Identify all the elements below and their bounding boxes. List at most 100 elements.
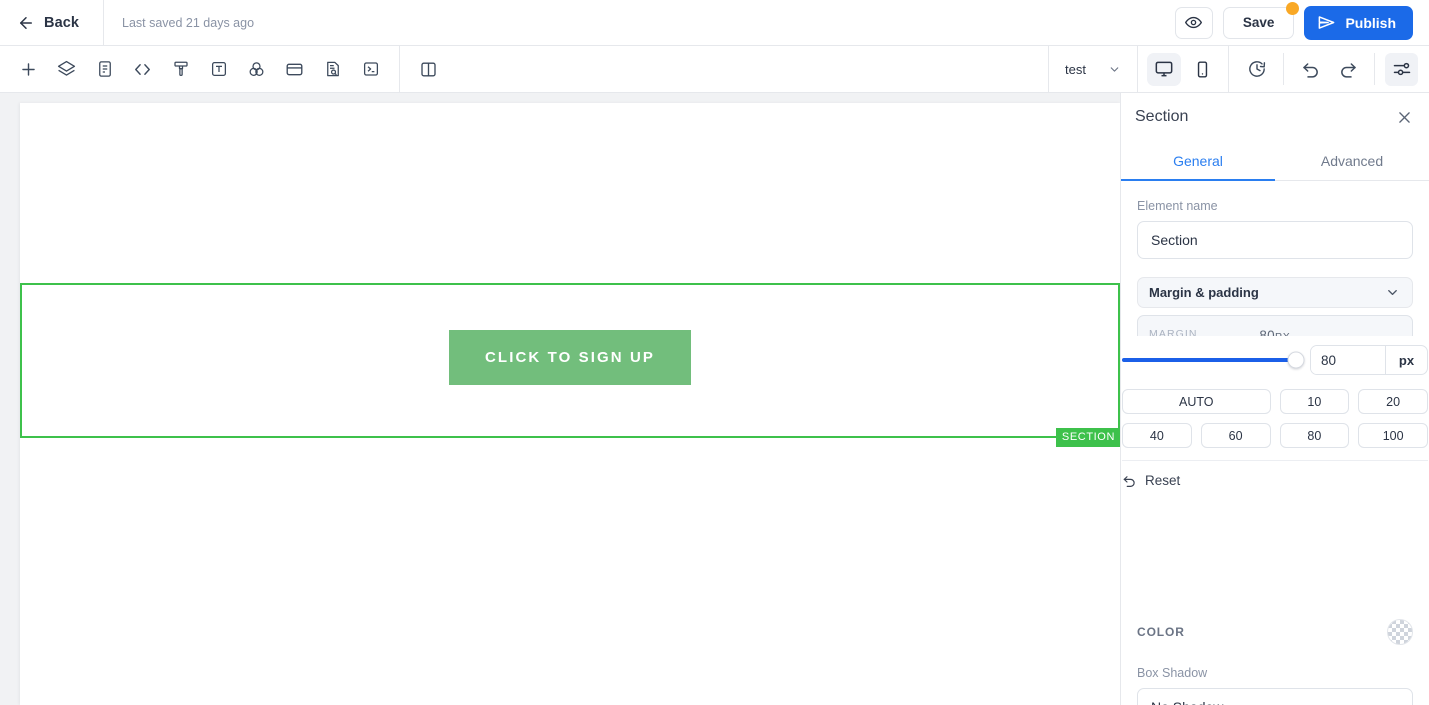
mobile-icon <box>1193 60 1212 79</box>
sliders-icon <box>1392 59 1412 79</box>
selected-section[interactable]: CLICK TO SIGN UP SECTION <box>20 283 1120 447</box>
reset-button[interactable]: Reset <box>1122 460 1428 488</box>
editor-toolbar: test <box>0 46 1429 93</box>
margin-slider-row: px <box>1122 337 1428 385</box>
toolbar-divider-6 <box>1374 53 1375 85</box>
margin-unit-selector[interactable]: px <box>1385 346 1427 374</box>
console-button[interactable] <box>354 53 387 86</box>
margin-number-unit-group: px <box>1310 345 1428 375</box>
margin-value-input[interactable] <box>1311 346 1385 374</box>
slider-fill <box>1122 358 1297 362</box>
canvas-area: CLICK TO SIGN UP SECTION <box>0 93 1120 705</box>
publish-label: Publish <box>1345 14 1396 31</box>
undo-icon <box>1122 473 1137 488</box>
settings-panel: Section General Advanced Element name Ma… <box>1120 93 1429 705</box>
preset-40[interactable]: 40 <box>1122 423 1192 448</box>
slider-handle[interactable] <box>1287 351 1305 369</box>
tab-advanced[interactable]: Advanced <box>1275 141 1429 180</box>
publish-button[interactable]: Publish <box>1304 5 1413 40</box>
preset-80[interactable]: 80 <box>1279 423 1350 448</box>
last-saved-text: Last saved 21 days ago <box>122 15 255 30</box>
settings-button[interactable] <box>1385 52 1418 86</box>
custom-code-button[interactable] <box>126 53 159 86</box>
color-row: COLOR <box>1137 619 1413 645</box>
page-canvas[interactable]: CLICK TO SIGN UP SECTION <box>20 103 1120 705</box>
color-label: COLOR <box>1137 625 1185 639</box>
preset-20[interactable]: 20 <box>1358 389 1428 414</box>
color-circles-icon <box>247 60 266 79</box>
margin-slider[interactable] <box>1122 351 1305 369</box>
device-toggle-group <box>1138 46 1228 92</box>
history-button[interactable] <box>1240 53 1273 86</box>
pages-button[interactable] <box>88 53 121 86</box>
close-panel-button[interactable] <box>1396 109 1413 126</box>
save-button[interactable]: Save <box>1222 1 1300 39</box>
panel-tail-fields: Box Shadow No Shadow Sticky No stickines… <box>1137 666 1413 705</box>
blocks-button[interactable] <box>278 53 311 86</box>
box-shadow-select[interactable]: No Shadow <box>1137 688 1413 705</box>
theme-button[interactable] <box>164 53 197 86</box>
seo-button[interactable] <box>316 53 349 86</box>
redo-button[interactable] <box>1331 53 1364 86</box>
typography-button[interactable] <box>202 53 235 86</box>
panel-header: Section <box>1121 93 1429 141</box>
margin-editor-popup: px AUTO 10 20 40 60 80 100 <box>1121 337 1429 488</box>
preset-100[interactable]: 100 <box>1358 423 1428 448</box>
code-icon <box>133 60 152 79</box>
document-search-icon <box>324 60 342 78</box>
back-button[interactable]: Back <box>0 0 104 45</box>
breakpoint-name: test <box>1065 61 1086 77</box>
margin-padding-accordion[interactable]: Margin & padding <box>1137 277 1413 308</box>
undo-button[interactable] <box>1294 53 1327 86</box>
close-icon <box>1396 109 1413 126</box>
chevron-down-icon <box>1108 63 1121 76</box>
reset-label: Reset <box>1145 473 1181 488</box>
layers-button[interactable] <box>50 53 83 86</box>
toolbar-left-group <box>0 46 399 92</box>
color-swatch[interactable] <box>1387 619 1413 645</box>
colors-button[interactable] <box>240 53 273 86</box>
document-icon <box>96 60 114 78</box>
box-shadow-label: Box Shadow <box>1137 666 1208 680</box>
toolbar-split-group <box>400 46 457 92</box>
margin-padding-label: Margin & padding <box>1149 285 1259 300</box>
preview-button[interactable] <box>1174 6 1213 39</box>
page-builder-app: Back Last saved 21 days ago Save Publish… <box>0 0 1429 705</box>
editor-body: CLICK TO SIGN UP SECTION Section General… <box>0 93 1429 705</box>
toolbar-right-group <box>1229 46 1429 92</box>
device-desktop[interactable] <box>1147 52 1181 86</box>
top-bar: Back Last saved 21 days ago Save Publish <box>0 0 1429 46</box>
preset-auto[interactable]: AUTO <box>1122 389 1271 414</box>
chevron-down-icon <box>1385 285 1400 300</box>
clock-history-icon <box>1247 59 1267 79</box>
margin-preset-grid: AUTO 10 20 40 60 80 100 <box>1122 385 1428 448</box>
element-name-input[interactable] <box>1137 221 1413 259</box>
selection-label-badge: SECTION <box>1055 428 1120 447</box>
add-element-button[interactable] <box>12 53 45 86</box>
paint-brush-icon <box>172 60 190 78</box>
signup-button[interactable]: CLICK TO SIGN UP <box>449 330 691 385</box>
monitor-icon <box>1154 59 1174 79</box>
panel-tabs: General Advanced <box>1121 141 1429 181</box>
tab-general[interactable]: General <box>1121 141 1275 181</box>
breakpoint-selector[interactable]: test <box>1049 46 1137 92</box>
device-mobile[interactable] <box>1185 53 1219 86</box>
send-icon <box>1317 13 1336 32</box>
card-icon <box>285 60 304 79</box>
chevron-down-icon <box>1385 700 1400 705</box>
element-name-label: Element name <box>1137 199 1218 213</box>
toolbar-divider-5 <box>1283 53 1284 85</box>
save-label: Save <box>1242 15 1275 30</box>
split-view-button[interactable] <box>412 53 445 86</box>
plus-icon <box>19 60 38 79</box>
box-shadow-value: No Shadow <box>1151 699 1223 705</box>
panel-title: Section <box>1135 108 1189 125</box>
arrow-left-icon <box>17 14 35 32</box>
panel-body: Element name Margin & padding MARGIN 80P… <box>1121 181 1429 705</box>
undo-icon <box>1301 59 1321 79</box>
preset-10[interactable]: 10 <box>1279 389 1350 414</box>
preset-60[interactable]: 60 <box>1200 423 1271 448</box>
back-label: Back <box>44 14 80 31</box>
split-panel-icon <box>419 60 438 79</box>
